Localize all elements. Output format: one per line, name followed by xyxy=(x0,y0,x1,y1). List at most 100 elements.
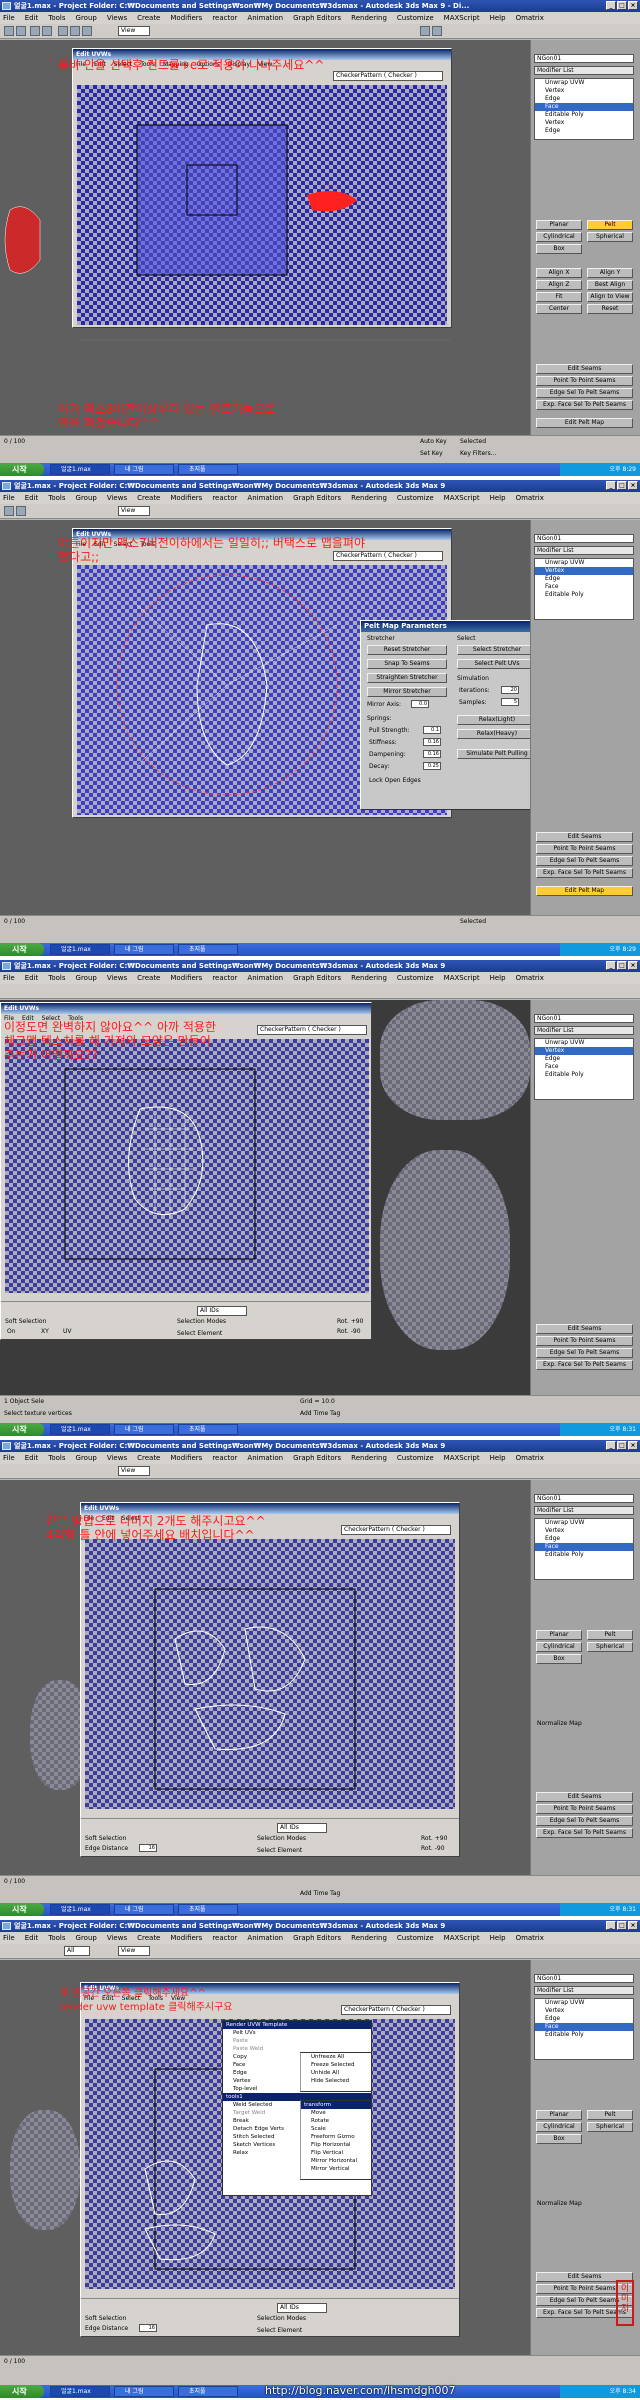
context-menu-item[interactable]: Hide Selected xyxy=(301,2077,371,2085)
move-icon[interactable] xyxy=(70,26,80,36)
modifier-list-dropdown[interactable]: Modifier List xyxy=(534,546,634,555)
start-button[interactable]: 시작 xyxy=(0,1423,44,1436)
menu-create[interactable]: Create xyxy=(137,1932,160,1944)
edge-distance-spinner[interactable]: 16 xyxy=(139,2324,157,2332)
reset-button[interactable]: Reset xyxy=(587,304,633,314)
reference-coord-select[interactable]: View xyxy=(118,26,150,36)
pelt-map-parameters-dialog[interactable]: Pelt Map Parameters × Stretcher Select R… xyxy=(360,620,542,810)
stack-item[interactable]: Editable Poly xyxy=(535,2031,633,2039)
texture-select[interactable]: CheckerPattern ( Checker ) xyxy=(341,2005,451,2015)
spherical-button[interactable]: Spherical xyxy=(587,1642,633,1652)
uv-context-menu-right[interactable]: Unfreeze All Freeze Selected Unhide All … xyxy=(300,2052,372,2092)
task-pictures[interactable]: 내 그림 xyxy=(114,464,174,475)
stack-item-selected[interactable]: Face xyxy=(535,2023,633,2031)
stack-item[interactable]: Unwrap UVW xyxy=(535,1519,633,1527)
menu-reactor[interactable]: reactor xyxy=(212,12,237,24)
key-filters-button[interactable]: Key Filters... xyxy=(460,450,497,457)
menu-maxscript[interactable]: MAXScript xyxy=(444,1932,480,1944)
task-max[interactable]: 얼굴1.max xyxy=(50,1424,110,1435)
menu-tools[interactable]: Tools xyxy=(48,12,65,24)
menu-edit[interactable]: Edit xyxy=(25,1932,39,1944)
decay-spinner[interactable]: 0.25 xyxy=(423,762,441,770)
menu-edit[interactable]: Edit xyxy=(25,972,39,984)
uv-canvas[interactable] xyxy=(85,1539,455,1809)
context-menu-item[interactable]: Paste xyxy=(223,2037,371,2045)
menu-omatrix[interactable]: Omatrix xyxy=(516,12,544,24)
all-ids-select[interactable]: All IDs xyxy=(197,1306,247,1316)
pelt-button[interactable]: Pelt xyxy=(587,2110,633,2120)
soft-selection-on-checkbox[interactable]: On xyxy=(7,1328,16,1335)
edit-uvws-window[interactable]: Edit UVWs File Edit Select Tools Mapping… xyxy=(72,48,452,328)
rot-plus-90-button[interactable]: Rot. +90 xyxy=(421,1835,447,1842)
menu-help[interactable]: Help xyxy=(490,1452,506,1464)
auto-key-label[interactable]: Auto Key xyxy=(420,438,447,445)
modifier-list-dropdown[interactable]: Modifier List xyxy=(534,1026,634,1035)
menu-animation[interactable]: Animation xyxy=(247,1452,283,1464)
close-icon[interactable]: × xyxy=(628,481,638,490)
menu-animation[interactable]: Animation xyxy=(247,12,283,24)
menu-maxscript[interactable]: MAXScript xyxy=(444,492,480,504)
stack-item[interactable]: Edge xyxy=(535,1055,633,1063)
cylindrical-button[interactable]: Cylindrical xyxy=(536,1642,582,1652)
pull-strength-spinner[interactable]: 0.1 xyxy=(423,726,441,734)
menu-views[interactable]: Views xyxy=(107,1452,127,1464)
planar-button[interactable]: Planar xyxy=(536,220,582,230)
menu-maxscript[interactable]: MAXScript xyxy=(444,972,480,984)
minimize-icon[interactable]: _ xyxy=(606,1441,616,1450)
stack-item[interactable]: Edge xyxy=(535,2015,633,2023)
spherical-button[interactable]: Spherical xyxy=(587,232,633,242)
add-time-tag-button[interactable]: Add Time Tag xyxy=(300,1890,340,1897)
stack-item[interactable]: Unwrap UVW xyxy=(535,1039,633,1047)
stack-item[interactable]: Vertex xyxy=(535,119,633,127)
normalize-map-checkbox[interactable]: Normalize Map xyxy=(537,2200,582,2207)
box-button[interactable]: Box xyxy=(536,2134,582,2144)
start-button[interactable]: 시작 xyxy=(0,2385,44,2398)
menu-maxscript[interactable]: MAXScript xyxy=(444,12,480,24)
stiffness-spinner[interactable]: 0.16 xyxy=(423,738,441,746)
menu-customize[interactable]: Customize xyxy=(397,1932,434,1944)
relax-heavy-button[interactable]: Relax(Heavy) xyxy=(457,729,537,739)
stack-item[interactable]: Edge xyxy=(535,95,633,103)
stack-item[interactable]: Edge xyxy=(535,1535,633,1543)
redo-icon[interactable] xyxy=(16,26,26,36)
xy-radio[interactable]: XY xyxy=(41,1328,49,1335)
stack-item-selected[interactable]: Face xyxy=(535,1543,633,1551)
menu-views[interactable]: Views xyxy=(107,492,127,504)
modifier-stack[interactable]: Unwrap UVW Vertex Edge Face Editable Pol… xyxy=(534,1038,634,1100)
object-name-field[interactable]: NGon01 xyxy=(534,1974,634,1983)
context-menu-item[interactable]: Pelt UVs xyxy=(223,2029,371,2037)
context-menu-item[interactable]: Freeform Gizmo xyxy=(301,2133,371,2141)
render-uvw-template-item[interactable]: Render UVW Template xyxy=(223,2021,371,2029)
planar-button[interactable]: Planar xyxy=(536,1630,582,1640)
menu-tools[interactable]: Tools xyxy=(48,972,65,984)
menu-help[interactable]: Help xyxy=(490,12,506,24)
menu-graph-editors[interactable]: Graph Editors xyxy=(293,1932,341,1944)
context-menu-item[interactable]: Move xyxy=(301,2109,371,2117)
menu-group[interactable]: Group xyxy=(76,972,97,984)
maximize-icon[interactable]: □ xyxy=(617,481,627,490)
uv-canvas[interactable] xyxy=(5,1039,369,1293)
reference-coord-select[interactable]: View xyxy=(118,1946,150,1956)
dampening-spinner[interactable]: 0.16 xyxy=(423,750,441,758)
menu-group[interactable]: Group xyxy=(76,1932,97,1944)
add-time-tag-button[interactable]: Add Time Tag xyxy=(300,1410,340,1417)
task-max[interactable]: 얼굴1.max xyxy=(50,464,110,475)
task-pictures[interactable]: 내 그림 xyxy=(114,1424,174,1435)
uv-radio[interactable]: UV xyxy=(63,1328,72,1335)
menu-animation[interactable]: Animation xyxy=(247,492,283,504)
menu-omatrix[interactable]: Omatrix xyxy=(516,1932,544,1944)
modifier-stack[interactable]: Unwrap UVW Vertex Edge Face Editable Pol… xyxy=(534,558,634,620)
menu-rendering[interactable]: Rendering xyxy=(351,1932,387,1944)
menu-reactor[interactable]: reactor xyxy=(212,1932,237,1944)
object-name-field[interactable]: NGon01 xyxy=(534,54,634,63)
stack-item[interactable]: Face xyxy=(535,583,633,591)
maximize-icon[interactable]: □ xyxy=(617,961,627,970)
menu-views[interactable]: Views xyxy=(107,972,127,984)
set-key-label[interactable]: Set Key xyxy=(420,450,443,457)
edge-sel-to-pelt-seams-button[interactable]: Edge Sel To Pelt Seams xyxy=(536,856,633,866)
edit-pelt-map-button[interactable]: Edit Pelt Map xyxy=(536,886,633,896)
menu-graph-editors[interactable]: Graph Editors xyxy=(293,492,341,504)
straighten-stretcher-button[interactable]: Straighten Stretcher xyxy=(367,673,447,683)
quick-render-icon[interactable] xyxy=(432,26,442,36)
minimize-icon[interactable]: _ xyxy=(606,481,616,490)
